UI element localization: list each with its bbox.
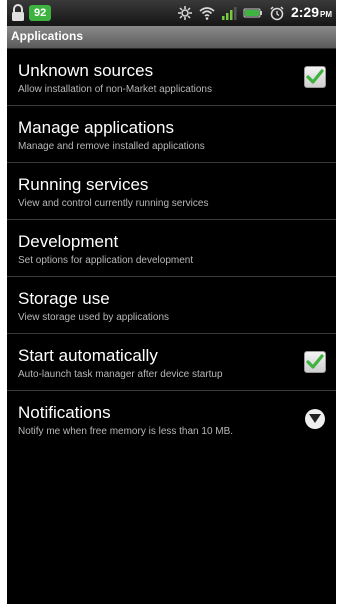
alarm-icon — [269, 5, 285, 21]
status-bar-right: 2:29PM — [177, 3, 332, 23]
battery-icon — [243, 5, 263, 21]
bluetooth-icon — [177, 5, 193, 21]
settings-list: Unknown sources Allow installation of no… — [7, 49, 336, 448]
status-bar: 92 2:29PM — [7, 0, 336, 26]
screen-header: Applications — [7, 26, 336, 49]
setting-manage-applications[interactable]: Manage applications Manage and remove in… — [7, 106, 336, 163]
setting-development[interactable]: Development Set options for application … — [7, 220, 336, 277]
signal-icon — [221, 5, 237, 21]
chevron-down-icon — [309, 414, 321, 423]
setting-summary: Notify me when free memory is less than … — [18, 426, 234, 437]
setting-start-automatically[interactable]: Start automatically Auto-launch task man… — [7, 334, 336, 391]
setting-title: Unknown sources — [18, 61, 154, 80]
setting-title: Development — [18, 232, 119, 251]
setting-summary: Set options for application development — [18, 255, 194, 266]
setting-notifications[interactable]: Notifications Notify me when free memory… — [7, 391, 336, 448]
checkmark-icon — [306, 69, 324, 84]
wifi-icon — [199, 5, 215, 21]
start-automatically-checkbox[interactable] — [304, 351, 326, 373]
status-bar-left: 92 — [11, 3, 52, 23]
clock-time: 2:29 — [290, 4, 319, 20]
lock-icon — [11, 4, 25, 22]
setting-summary: Manage and remove installed applications — [18, 141, 205, 152]
setting-title: Notifications — [18, 403, 111, 422]
setting-summary: Allow installation of non-Market applica… — [18, 84, 212, 95]
unknown-sources-checkbox[interactable] — [304, 66, 326, 88]
setting-title: Manage applications — [18, 118, 174, 137]
setting-unknown-sources[interactable]: Unknown sources Allow installation of no… — [7, 49, 336, 106]
setting-title: Storage use — [18, 289, 110, 308]
clock-ampm: PM — [320, 10, 332, 19]
setting-summary: Auto-launch task manager after device st… — [18, 369, 223, 380]
clock: 2:29PM — [291, 4, 332, 22]
checkmark-icon — [306, 354, 324, 369]
setting-summary: View and control currently running servi… — [18, 198, 209, 209]
setting-running-services[interactable]: Running services View and control curren… — [7, 163, 336, 220]
setting-storage-use[interactable]: Storage use View storage used by applica… — [7, 277, 336, 334]
notifications-dropdown-button[interactable] — [305, 409, 325, 429]
setting-summary: View storage used by applications — [18, 312, 170, 323]
page-title: Applications — [11, 29, 84, 43]
setting-title: Start automatically — [18, 346, 158, 365]
setting-title: Running services — [18, 175, 149, 194]
battery-level-badge: 92 — [29, 5, 52, 21]
phone-screen: 92 2:29PM Applications Unknown sources A… — [7, 0, 336, 604]
